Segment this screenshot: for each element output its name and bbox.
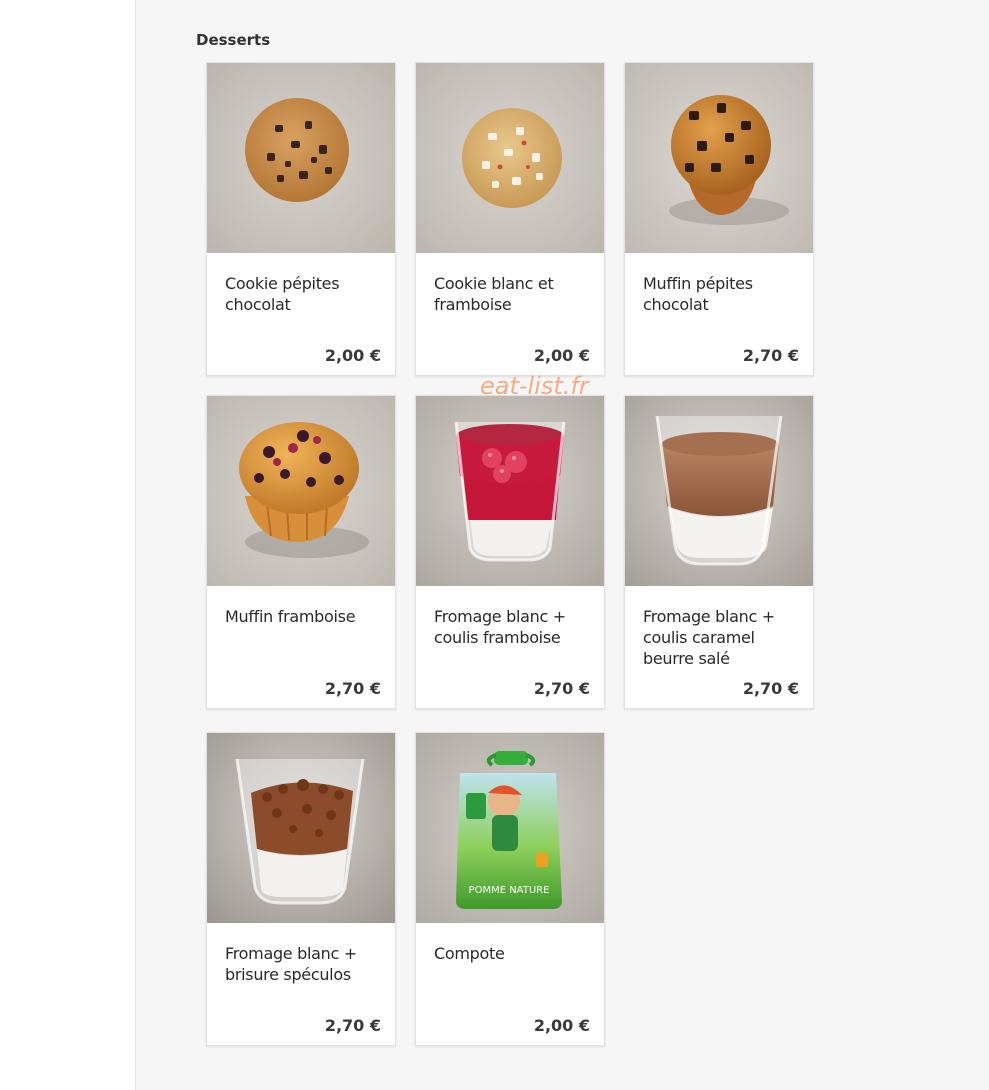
section-title: Desserts [196,31,271,49]
product-price: 2,00 € [533,1016,590,1035]
product-price: 2,00 € [324,346,381,365]
product-card-cookie-blanc-framboise[interactable]: Cookie blanc et framboise 2,00 € [415,62,605,376]
product-card-compote[interactable]: POMME NATURE Compote 2,00 € [415,732,605,1046]
muffin-chocolate-photo [625,63,813,253]
product-name: Muffin framboise [225,607,356,626]
product-name: Muffin pépites chocolat [643,274,753,314]
cookie-white-raspberry-photo [416,63,604,253]
muffin-raspberry-photo [207,396,395,586]
product-card-fromage-blanc-caramel[interactable]: Fromage blanc + coulis caramel beurre sa… [624,395,814,709]
product-price: 2,70 € [324,1016,381,1035]
menu-content: Desserts Cookie pépites chocolat 2,00 € … [136,0,989,1090]
left-sidebar [0,0,136,1090]
product-name: Fromage blanc + coulis caramel beurre sa… [643,607,775,668]
product-name: Fromage blanc + coulis framboise [434,607,566,647]
product-card-fromage-blanc-framboise[interactable]: Fromage blanc + coulis framboise 2,70 € [415,395,605,709]
product-card-muffin-chocolat[interactable]: Muffin pépites chocolat 2,70 € [624,62,814,376]
watermark-text: eat-list.fr [480,372,589,400]
cookie-chocolate-photo [207,63,395,253]
fromage-blanc-speculoos-photo [207,733,395,923]
product-price: 2,70 € [324,679,381,698]
product-name: Cookie pépites chocolat [225,274,340,314]
product-card-fromage-blanc-speculos[interactable]: Fromage blanc + brisure spéculos 2,70 € [206,732,396,1046]
svg-text:POMME NATURE: POMME NATURE [469,885,550,896]
product-card-cookie-chocolat[interactable]: Cookie pépites chocolat 2,00 € [206,62,396,376]
product-name: Cookie blanc et framboise [434,274,554,314]
product-price: 2,70 € [742,346,799,365]
product-card-muffin-framboise[interactable]: Muffin framboise 2,70 € [206,395,396,709]
product-price: 2,00 € [533,346,590,365]
fromage-blanc-caramel-photo [625,396,813,586]
fromage-blanc-raspberry-photo [416,396,604,586]
compote-pouch-photo: POMME NATURE [416,733,604,923]
product-price: 2,70 € [742,679,799,698]
product-name: Compote [434,944,505,963]
product-price: 2,70 € [533,679,590,698]
product-name: Fromage blanc + brisure spéculos [225,944,357,984]
